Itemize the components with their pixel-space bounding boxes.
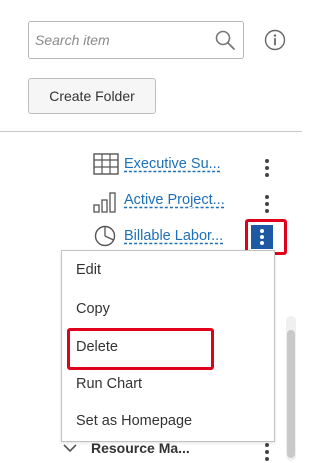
item-link-billable-labor[interactable]: Billable Labor... [124, 228, 223, 244]
info-icon[interactable] [264, 29, 286, 51]
menu-item-set-homepage[interactable]: Set as Homepage [76, 413, 192, 429]
search-input[interactable] [35, 30, 210, 50]
create-folder-button[interactable]: Create Folder [28, 78, 156, 114]
folder-label: Resource Ma... [91, 440, 190, 456]
highlight-box-delete [67, 328, 214, 370]
menu-item-run-chart[interactable]: Run Chart [76, 376, 142, 392]
search-box[interactable] [28, 21, 244, 59]
item-menu-button[interactable] [260, 193, 274, 215]
divider [0, 131, 302, 132]
bar-chart-icon [93, 192, 116, 213]
item-menu-button[interactable] [260, 157, 274, 179]
search-icon[interactable] [213, 28, 237, 52]
pie-chart-icon [94, 225, 116, 247]
scrollbar-thumb[interactable] [287, 330, 295, 458]
menu-item-edit[interactable]: Edit [76, 262, 101, 278]
table-chart-icon [93, 153, 119, 175]
chevron-down-icon[interactable] [63, 443, 77, 453]
item-link-executive[interactable]: Executive Su... [124, 156, 221, 172]
item-link-active-project[interactable]: Active Project... [124, 192, 225, 208]
menu-item-copy[interactable]: Copy [76, 301, 110, 317]
folder-menu-button[interactable] [260, 441, 274, 463]
